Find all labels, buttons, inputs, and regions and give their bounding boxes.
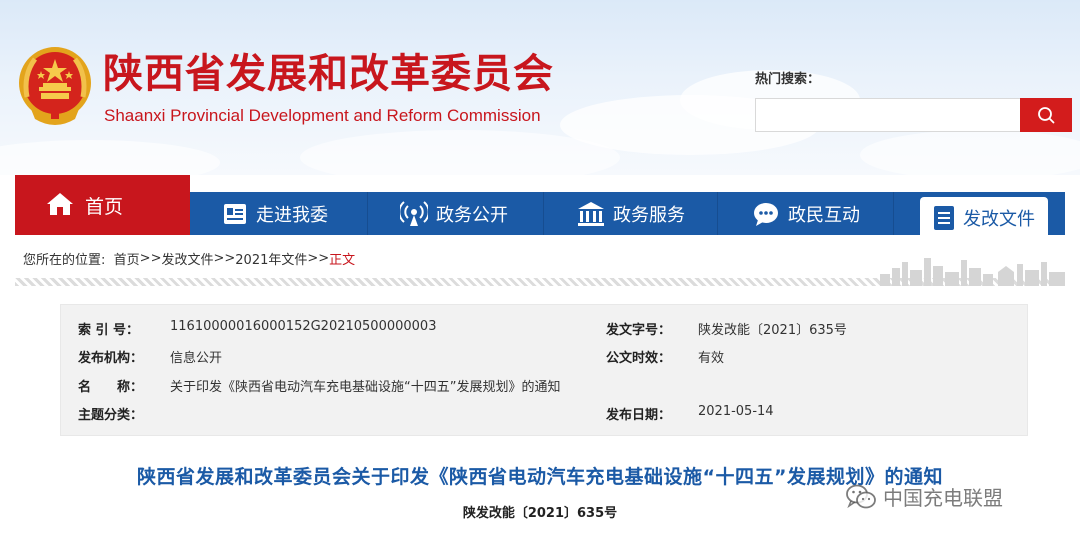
nav-divider	[543, 192, 544, 235]
breadcrumb-link-year[interactable]: 2021年文件	[235, 249, 307, 268]
search-button[interactable]	[1020, 98, 1072, 132]
nav-item-label: 政务公开	[436, 204, 508, 226]
nav-item-label: 政务服务	[613, 204, 685, 226]
breadcrumb-prefix: 您所在的位置:	[23, 252, 106, 268]
breadcrumb-separator: >>	[139, 250, 162, 266]
nav-item-label: 走进我委	[256, 204, 328, 226]
cloud-decoration	[860, 130, 1080, 175]
national-emblem-icon	[19, 47, 91, 125]
site-title-en: Shaanxi Provincial Development and Refor…	[104, 106, 541, 125]
hot-search-label: 热门搜索：	[755, 72, 821, 87]
document-icon	[934, 205, 954, 230]
name-value: 关于印发《陕西省电动汽车充电基础设施“十四五”发展规划》的通知	[170, 380, 561, 395]
breadcrumb-link-home[interactable]: 首页	[114, 249, 140, 268]
nav-item-label: 政民互动	[788, 204, 860, 226]
nav-home-label: 首页	[85, 196, 124, 218]
docno-label: 发文字号：	[606, 323, 672, 338]
nav-item-gov-affairs-open[interactable]: 政务公开	[400, 192, 508, 235]
name-label: 名 称：	[78, 380, 144, 395]
city-skyline-icon	[880, 258, 1065, 286]
nav-home[interactable]: 首页	[15, 175, 190, 235]
validity-label: 公文时效：	[606, 351, 672, 366]
validity-value: 有效	[698, 351, 725, 366]
watermark-text: 中国充电联盟	[883, 486, 1003, 510]
cloud-decoration	[0, 140, 220, 175]
wechat-icon	[846, 484, 876, 508]
date-label: 发布日期：	[606, 408, 672, 423]
site-title-cn: 陕西省发展和改革委员会	[103, 50, 554, 97]
breadcrumb-current: 正文	[329, 252, 356, 268]
building-icon	[578, 201, 604, 226]
nav-divider	[367, 192, 368, 235]
nav-item-label: 发改文件	[963, 208, 1035, 230]
index-value: 11610000016000152G20210500000003	[170, 319, 437, 334]
home-icon	[47, 193, 73, 215]
nav-item-documents[interactable]: 发改文件	[920, 197, 1048, 238]
breadcrumb-separator: >>	[307, 250, 330, 266]
breadcrumb-link-documents[interactable]: 发改文件	[161, 249, 213, 268]
chat-icon	[754, 202, 778, 226]
nav-item-gov-services[interactable]: 政务服务	[577, 192, 685, 235]
watermark: 中国充电联盟	[845, 482, 1003, 511]
broadcast-icon	[400, 200, 428, 226]
info-row-index: 索 引 号：	[78, 319, 139, 338]
index-label: 索 引 号：	[78, 323, 140, 338]
date-value: 2021-05-14	[698, 404, 774, 419]
nav-divider	[893, 192, 894, 235]
org-value: 信息公开	[170, 351, 223, 366]
id-card-icon	[224, 203, 246, 224]
nav-divider	[717, 192, 718, 235]
org-label: 发布机构：	[78, 351, 144, 366]
nav-item-about[interactable]: 走进我委	[222, 192, 328, 235]
search-input[interactable]	[755, 98, 1021, 132]
search-icon	[1038, 107, 1055, 124]
nav-item-interaction[interactable]: 政民互动	[752, 192, 860, 235]
docno-value: 陕发改能〔2021〕635号	[698, 323, 847, 338]
topic-label: 主题分类：	[78, 408, 144, 423]
breadcrumb-separator: >>	[213, 250, 236, 266]
